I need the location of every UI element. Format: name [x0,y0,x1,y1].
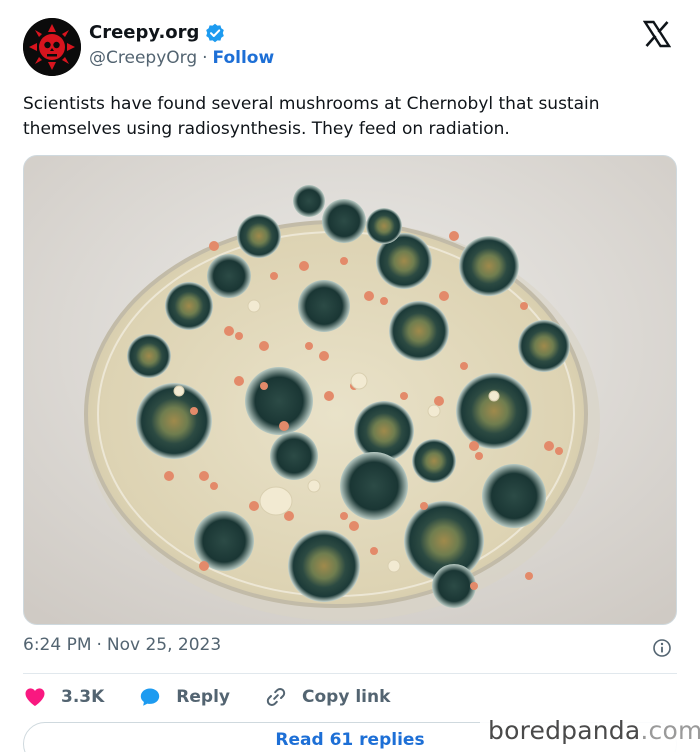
tweet-timestamp[interactable]: 6:24 PM · Nov 25, 2023 [23,635,221,655]
heart-icon [25,688,45,706]
copy-link-button[interactable]: Copy link [264,685,390,709]
timestamp-separator: · [96,635,102,655]
x-logo-icon[interactable] [643,20,671,48]
copy-link-label: Copy link [302,687,391,707]
link-icon [266,688,286,706]
tweet-date: Nov 25, 2023 [106,635,222,655]
verified-badge-icon [205,23,225,43]
watermark-brand: boredpanda [488,716,641,745]
avatar[interactable] [23,18,81,76]
tweet-header: Creepy.org @CreepyOrg · Follow [23,18,683,78]
boredpanda-watermark: boredpanda.com [480,712,700,752]
like-button[interactable]: 3.3K [23,685,104,709]
tweet-time: 6:24 PM [23,635,92,655]
reply-label: Reply [176,687,230,707]
divider [23,673,677,674]
reply-button[interactable]: Reply [138,685,230,709]
handle[interactable]: @CreepyOrg [89,48,197,68]
watermark-suffix: .com [640,716,700,745]
separator-dot: · [202,48,208,68]
like-count: 3.3K [61,687,105,707]
display-name[interactable]: Creepy.org [89,22,199,43]
handle-row: @CreepyOrg · Follow [89,48,274,68]
speech-bubble-icon [141,688,160,706]
name-row: Creepy.org [89,22,225,43]
info-icon[interactable] [652,638,672,658]
follow-button[interactable]: Follow [213,48,275,68]
petri-dish-photo [24,156,676,624]
action-bar: 3.3K Reply Copy link [23,684,424,710]
tweet-text: Scientists have found several mushrooms … [23,94,600,139]
tweet-photo[interactable] [23,155,677,625]
